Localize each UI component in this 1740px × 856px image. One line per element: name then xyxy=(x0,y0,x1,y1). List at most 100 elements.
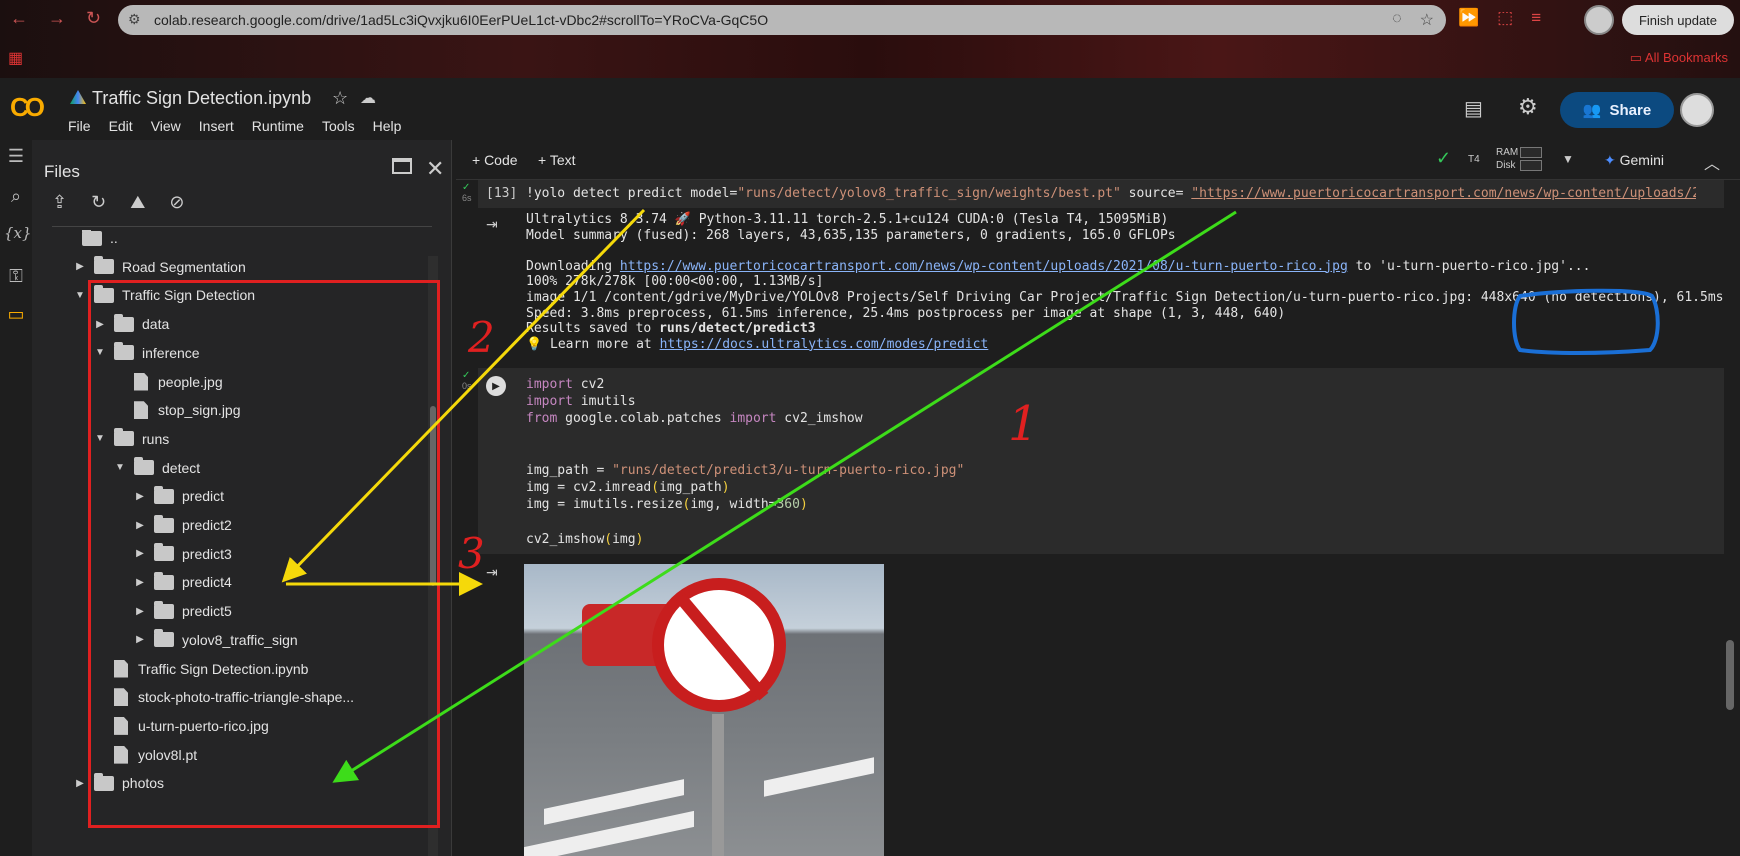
share-button[interactable]: 👥 Share xyxy=(1560,92,1674,128)
menu-tools[interactable]: Tools xyxy=(322,118,355,134)
folder-icon xyxy=(82,230,102,246)
files-panel-title: Files xyxy=(44,162,80,181)
docs-link[interactable]: https://docs.ultralytics.com/modes/predi… xyxy=(660,337,989,352)
code-number: 360 xyxy=(776,497,800,513)
code-token: imutils xyxy=(572,394,636,410)
code-line: img = cv2.imread(img_path) xyxy=(526,479,964,496)
add-text-button[interactable]: + Text xyxy=(538,152,576,168)
browser-chrome: ← → ↻ ⚙ colab.research.google.com/drive/… xyxy=(0,0,1740,78)
tree-row[interactable]: .. xyxy=(60,230,118,252)
key-icon[interactable]: ⚿ xyxy=(4,266,28,287)
run-cell-button[interactable]: ▶ xyxy=(486,376,506,396)
download-link[interactable]: https://www.puertoricocartransport.com/n… xyxy=(620,259,1348,274)
media-icon[interactable]: ≡ xyxy=(1531,8,1541,28)
menu-runtime[interactable]: Runtime xyxy=(252,118,304,134)
mount-drive-icon[interactable]: ⛰ xyxy=(130,192,145,213)
reload-icon[interactable]: ↻ xyxy=(86,8,101,29)
menu-view[interactable]: View xyxy=(151,118,181,134)
hide-files-icon[interactable]: ⊘ xyxy=(169,192,184,213)
code-string-url[interactable]: "https://www.puertoricocartransport.com/… xyxy=(1191,186,1696,201)
gear-icon[interactable]: ⚙ xyxy=(1518,94,1538,120)
forward-icon[interactable]: → xyxy=(48,8,66,29)
chevron-up-icon[interactable]: ︿ xyxy=(1704,150,1720,174)
code-keyword: import xyxy=(526,377,573,392)
menu-edit[interactable]: Edit xyxy=(109,118,133,134)
code-line: img = imutils.resize(img, width=360) xyxy=(526,496,964,513)
all-bookmarks-link[interactable]: ▭ All Bookmarks xyxy=(1630,50,1728,66)
code-string: "runs/detect/predict3/u-turn-puerto-rico… xyxy=(612,462,965,478)
variables-icon[interactable]: {x} xyxy=(4,224,32,242)
add-code-button[interactable]: + Code xyxy=(472,152,518,168)
disk-bar xyxy=(1520,160,1542,171)
search-icon[interactable]: ⌕ xyxy=(4,186,28,207)
code-token: img, width= xyxy=(690,497,777,513)
output-toggle-icon[interactable]: ⇥ xyxy=(486,216,498,233)
profile-avatar[interactable] xyxy=(1584,5,1614,35)
code-token: img = cv2.imread xyxy=(526,480,652,496)
code-paren: ) xyxy=(799,497,808,513)
back-icon[interactable]: ← xyxy=(10,8,28,29)
star-icon[interactable]: ☆ xyxy=(332,88,348,109)
cell2-code[interactable]: import cv2 import imutils from google.cola… xyxy=(526,376,964,548)
caret-down-icon[interactable]: ▼ xyxy=(72,290,88,301)
code-token: google.colab.patches xyxy=(557,411,730,427)
red-highlight-box xyxy=(88,280,440,828)
tree-row[interactable]: ▶ Road Segmentation xyxy=(72,253,246,281)
chevron-down-icon[interactable]: ▼ xyxy=(1562,152,1574,166)
code-cell-1[interactable]: ✓ 6s [13] !yolo detect predict model="run… xyxy=(462,180,1724,208)
tree-label: Road Segmentation xyxy=(122,258,246,275)
runtime-type[interactable]: T4 xyxy=(1468,154,1480,165)
code-token: img_path = xyxy=(526,462,613,478)
comment-icon[interactable]: ▤ xyxy=(1464,96,1483,121)
close-icon[interactable]: ✕ xyxy=(426,156,444,182)
bookmark-star-icon[interactable]: ☆ xyxy=(1420,10,1434,30)
code-line: import imutils xyxy=(526,393,964,410)
cell1-code[interactable]: !yolo detect predict model="runs/detect/… xyxy=(526,186,1696,201)
apps-grid-icon[interactable]: ▦ xyxy=(8,48,23,68)
finish-update-button[interactable]: Finish update xyxy=(1622,5,1734,35)
site-info-icon[interactable]: ⚙ xyxy=(128,11,141,28)
folder-icon[interactable]: ▭ xyxy=(4,304,28,325)
share-label: Share xyxy=(1609,101,1652,119)
gemini-button[interactable]: ✦ Gemini xyxy=(1604,152,1664,169)
code-token: img = imutils.resize xyxy=(526,497,683,513)
tree-label: .. xyxy=(110,230,118,246)
left-rail: ☰ ⌕ {x} ⚿ ▭ xyxy=(0,140,32,856)
toc-icon[interactable]: ☰ xyxy=(4,146,28,167)
cloud-icon[interactable]: ☁ xyxy=(360,88,376,108)
upload-icon[interactable]: ⇪ xyxy=(52,192,67,213)
user-avatar[interactable] xyxy=(1680,93,1714,127)
menu-file[interactable]: File xyxy=(68,118,91,134)
puzzle-icon[interactable]: ⬚ xyxy=(1497,8,1513,28)
code-token: img_path xyxy=(659,480,722,496)
code-keyword: import xyxy=(526,394,573,410)
refresh-icon[interactable]: ↻ xyxy=(91,192,106,213)
code-cell-2[interactable]: ✓ 0s ▶ import cv2 import imutils from googl… xyxy=(462,368,1724,554)
extension-icon[interactable]: ⏩ xyxy=(1458,8,1479,28)
caret-right-icon[interactable]: ▶ xyxy=(72,778,88,789)
output-toggle-icon[interactable]: ⇥ xyxy=(486,564,498,581)
crosswalk-stripe xyxy=(764,757,874,797)
notebook-scrollbar[interactable] xyxy=(1726,640,1734,710)
code-token: cv2 xyxy=(572,377,605,392)
output-line: Speed: 3.8ms preprocess, 61.5ms inferenc… xyxy=(526,305,1286,321)
caret-right-icon[interactable]: ▶ xyxy=(72,261,88,272)
new-tab-icon[interactable] xyxy=(392,158,412,174)
menu-insert[interactable]: Insert xyxy=(199,118,234,134)
output-line: 💡 Learn more at https://docs.ultralytics… xyxy=(526,337,1723,353)
output-text-segment: to 'u-turn-puerto-rico.jpg'... xyxy=(1347,258,1591,274)
colab-logo[interactable]: CO xyxy=(10,92,52,122)
results-path: runs/detect/predict3 xyxy=(659,321,816,337)
folder-icon xyxy=(94,256,114,275)
sparkle-icon: ✦ xyxy=(1604,152,1616,168)
menu-help[interactable]: Help xyxy=(373,118,402,134)
eye-off-icon[interactable]: ◌ xyxy=(1392,10,1402,30)
notebook-title[interactable]: Traffic Sign Detection.ipynb xyxy=(92,88,311,109)
divider xyxy=(52,226,432,227)
resource-bars xyxy=(1520,147,1542,173)
output-image xyxy=(524,564,884,856)
code-paren: ) xyxy=(721,480,730,496)
address-bar[interactable]: ⚙ colab.research.google.com/drive/1ad5Lc… xyxy=(118,5,1446,35)
cell1-output: ⇥ Ultralytics 8.3.74 🚀 Python-3.11.11 to… xyxy=(478,210,1724,353)
resources-indicator[interactable]: RAM Disk xyxy=(1496,146,1518,172)
